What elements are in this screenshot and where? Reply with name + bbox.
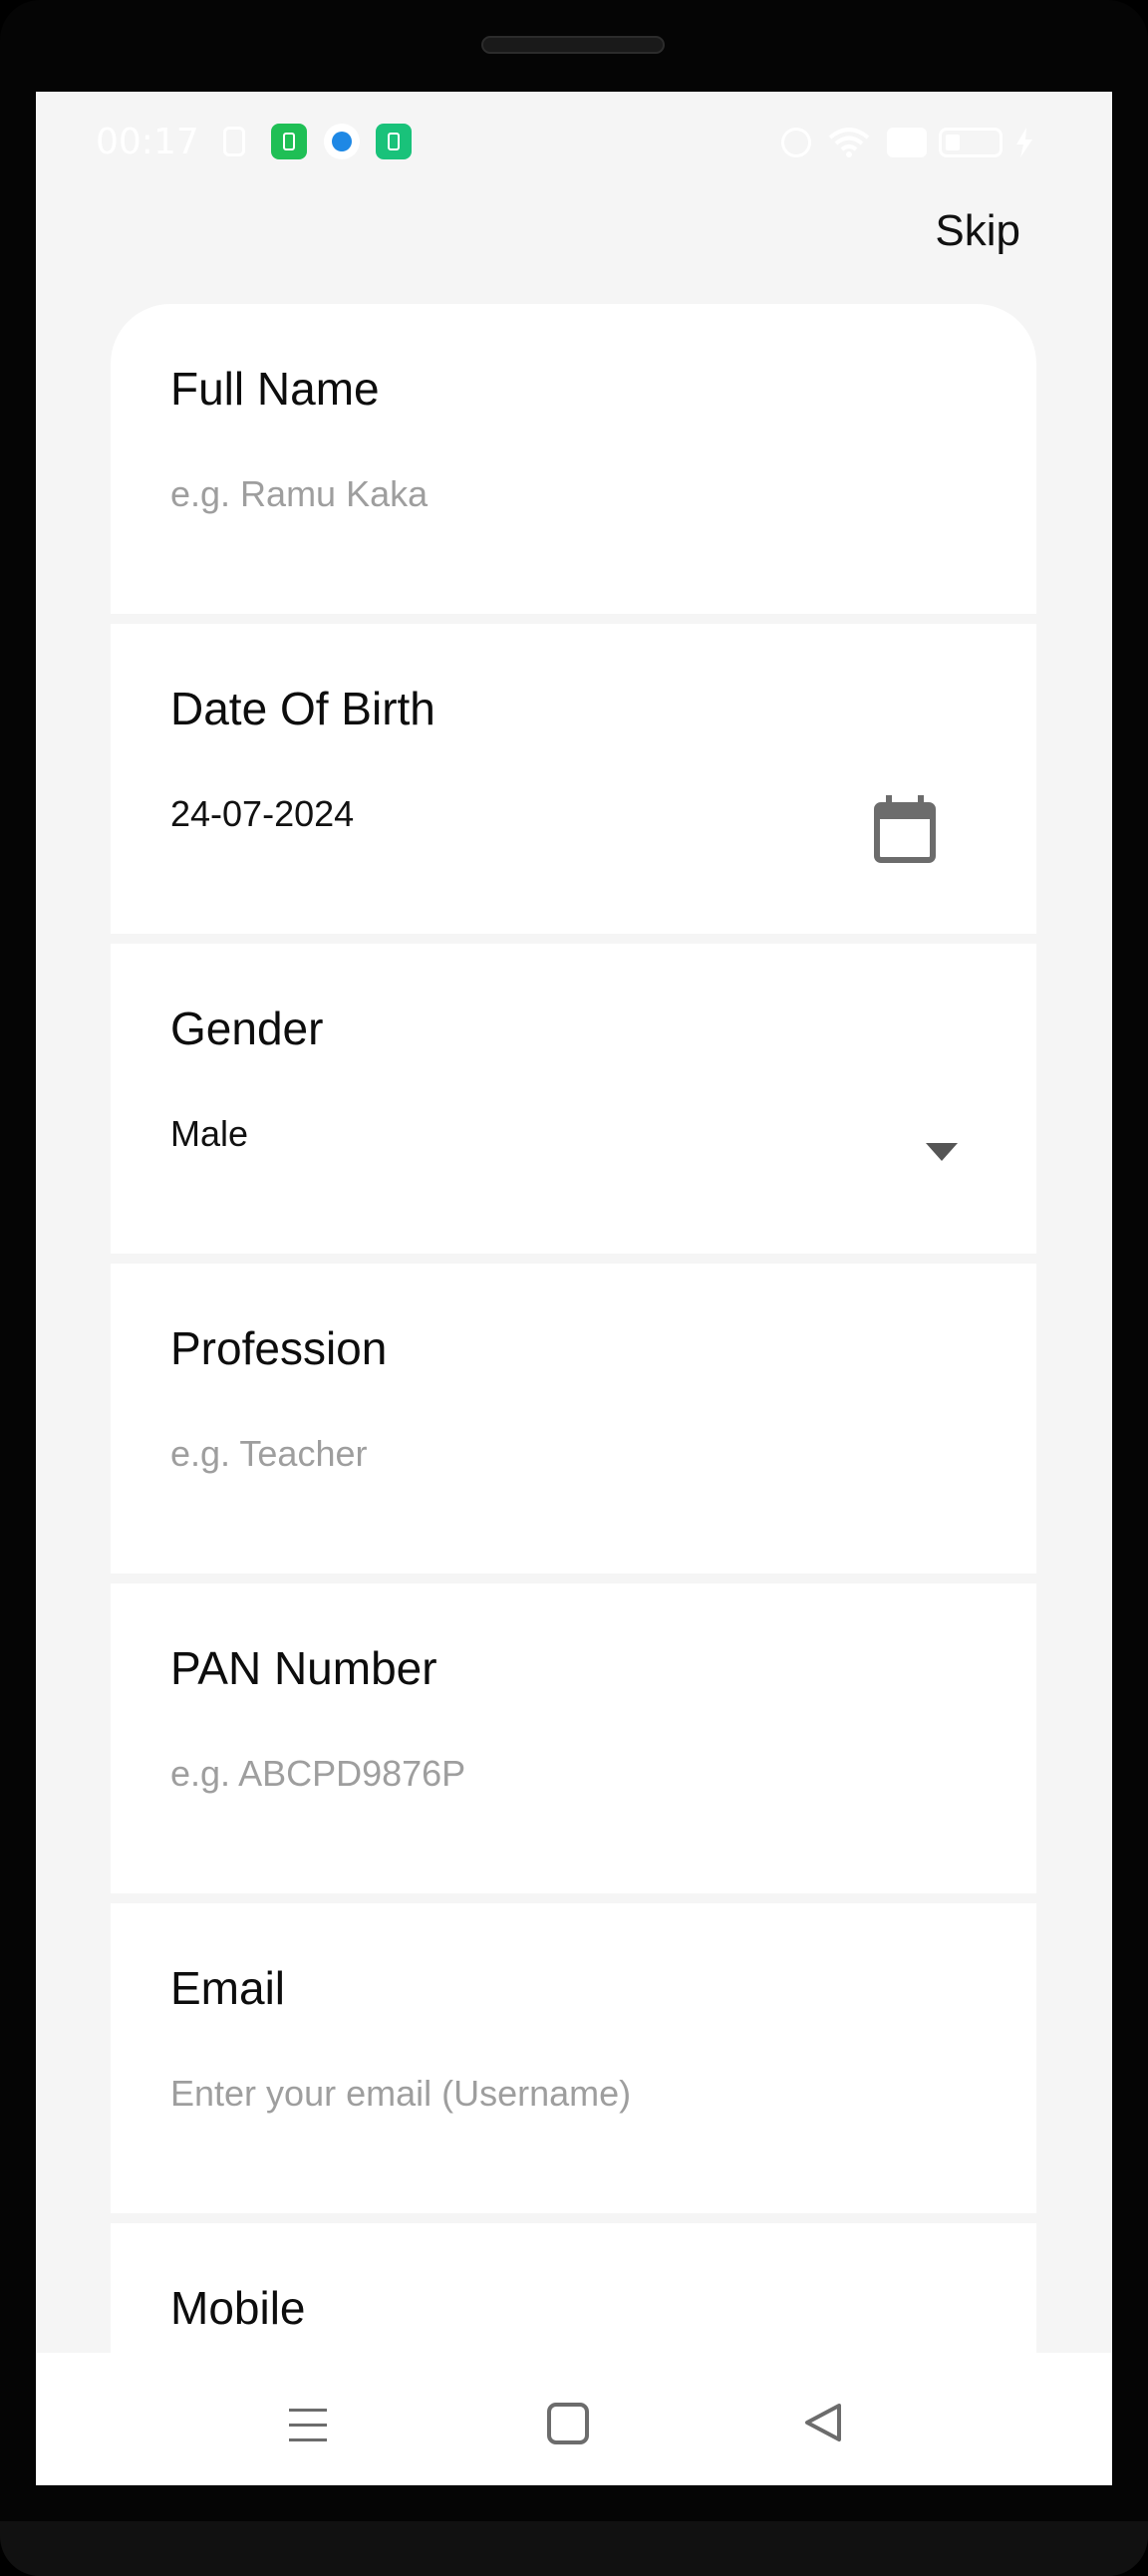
phone-frame: 00:17 Skip Full Name e.g. Ramu Kaka Date… <box>0 0 1148 2576</box>
charging-icon <box>1016 128 1032 157</box>
full-name-label: Full Name <box>170 363 380 415</box>
alarm-icon <box>781 128 811 157</box>
email-label: Email <box>170 1962 286 2014</box>
app-screen: 00:17 Skip Full Name e.g. Ramu Kaka Date… <box>36 92 1112 2485</box>
profession-input[interactable] <box>170 1433 988 1475</box>
email-field: Email <box>111 1903 1036 2213</box>
pan-number-input[interactable] <box>170 1753 988 1795</box>
back-icon[interactable] <box>803 2403 843 2442</box>
pan-number-field: PAN Number <box>111 1583 1036 1893</box>
home-icon[interactable] <box>547 2403 589 2444</box>
mobile-label: Mobile <box>170 2282 306 2334</box>
wifi-icon <box>828 128 870 157</box>
battery-app-notification-icon <box>376 124 412 159</box>
gender-select[interactable]: Male <box>170 1113 988 1155</box>
phone-speaker <box>481 36 665 54</box>
date-of-birth-field: Date Of Birth 24-07-2024 <box>111 624 1036 934</box>
full-name-input[interactable] <box>170 473 988 515</box>
phone-chin <box>0 2521 1148 2576</box>
menu-icon[interactable] <box>289 2407 327 2444</box>
profile-form: Full Name Date Of Birth 24-07-2024 Gende… <box>111 304 1036 2485</box>
profession-label: Profession <box>170 1322 388 1374</box>
system-nav-bar <box>36 2353 1112 2485</box>
email-input[interactable] <box>170 2073 988 2115</box>
profession-field: Profession <box>111 1264 1036 1574</box>
app-notification-icon <box>271 124 307 159</box>
skip-button[interactable]: Skip <box>935 206 1020 256</box>
sim-icon <box>223 127 245 156</box>
pan-number-label: PAN Number <box>170 1642 437 1694</box>
battery-icon <box>939 128 1003 157</box>
full-name-field: Full Name <box>111 304 1036 614</box>
caret-down-icon[interactable] <box>926 1143 958 1161</box>
date-of-birth-input[interactable]: 24-07-2024 <box>170 793 988 835</box>
status-bar: 00:17 <box>36 92 1112 191</box>
no-signal-icon <box>887 128 927 157</box>
browser-notification-icon <box>324 124 360 159</box>
gender-label: Gender <box>170 1002 324 1054</box>
status-time: 00:17 <box>96 122 199 162</box>
gender-field: Gender Male <box>111 944 1036 1254</box>
date-of-birth-label: Date Of Birth <box>170 683 435 734</box>
calendar-icon[interactable] <box>874 795 936 863</box>
